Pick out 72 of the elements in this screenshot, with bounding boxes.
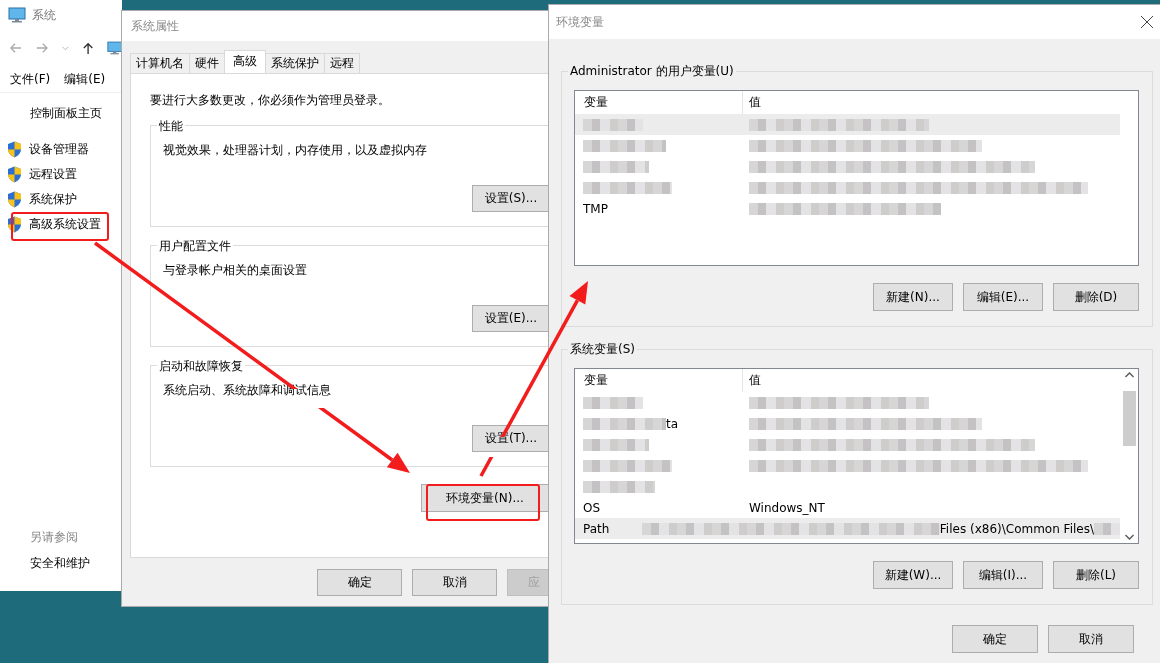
table-row[interactable]: ta (575, 413, 1120, 434)
window-title: 系统属性 (122, 11, 548, 41)
variable-list[interactable]: 变量 值 ta OS Windows_NT Path Files (x86)\Common Files\ (574, 368, 1139, 544)
window-title: 环境变量 (556, 13, 604, 31)
shield-icon (7, 216, 22, 233)
description-text: 与登录帐户相关的桌面设置 (163, 262, 308, 279)
table-cell: TMP (583, 201, 608, 216)
chevron-down-icon[interactable] (61, 45, 69, 51)
variable-list[interactable]: 变量 值 TMP (574, 90, 1139, 266)
close-icon[interactable] (1140, 15, 1154, 29)
tab[interactable]: 计算机名 (130, 53, 190, 73)
settings-button[interactable]: 设置(E)... (472, 305, 548, 332)
blurred-text (583, 480, 655, 493)
group-title: 用户配置文件 (157, 238, 233, 255)
shield-icon (7, 191, 22, 208)
description-text: 视觉效果，处理器计划，内存使用，以及虚拟内存 (163, 142, 428, 159)
back-icon[interactable] (10, 42, 22, 54)
cancel-button[interactable]: 取消 (1048, 625, 1134, 653)
up-icon[interactable] (82, 41, 93, 55)
table-row[interactable]: OS Windows_NT (575, 497, 1120, 518)
blurred-text (583, 118, 643, 131)
group-title: 性能 (157, 118, 185, 135)
tab[interactable]: 高级 (224, 50, 266, 73)
list-action-button[interactable]: 删除(D) (1053, 283, 1139, 311)
scroll-down-icon[interactable] (1125, 534, 1134, 540)
sidebar-link[interactable]: 远程设置 (29, 166, 77, 183)
menu-item[interactable]: 编辑(E) (64, 68, 106, 90)
list-action-button[interactable]: 新建(W)... (873, 561, 953, 589)
column-header[interactable]: 变量 (575, 369, 743, 392)
ok-button[interactable]: 确定 (317, 569, 402, 596)
column-header[interactable]: 值 (743, 91, 911, 114)
computer-icon (106, 40, 122, 56)
menu-item[interactable]: 文件(F) (10, 68, 51, 90)
window-title: 系统 (32, 6, 56, 24)
table-cell: Path (583, 521, 610, 536)
column-header[interactable]: 值 (743, 369, 911, 392)
blurred-text (583, 438, 649, 451)
list-action-button[interactable]: 编辑(E)... (963, 283, 1043, 311)
tab[interactable]: 远程 (324, 53, 360, 73)
sidebar-link[interactable]: 设备管理器 (29, 141, 89, 158)
sidebar-link[interactable]: 系统保护 (29, 191, 77, 208)
sidebar-link[interactable]: 高级系统设置 (29, 216, 101, 233)
sidebar-link[interactable]: 安全和维护 (30, 555, 90, 572)
notice-text: 要进行大多数更改，你必须作为管理员登录。 (150, 92, 391, 109)
group-title: 启动和故障恢复 (157, 358, 245, 375)
list-action-button[interactable]: 编辑(I)... (963, 561, 1043, 589)
table-cell: OS (583, 500, 601, 515)
group-title: 系统变量(S) (568, 341, 637, 358)
group-title: Administrator 的用户变量(U) (568, 63, 736, 80)
table-cell: Windows_NT (749, 500, 825, 515)
ok-button[interactable]: 确定 (952, 625, 1038, 653)
scroll-up-icon[interactable] (1125, 372, 1134, 378)
settings-button[interactable]: 设置(S)... (472, 185, 548, 212)
blurred-text (583, 396, 643, 409)
sidebar-link[interactable]: 控制面板主页 (30, 105, 102, 122)
shield-icon (7, 166, 22, 183)
list-action-button[interactable]: 删除(L) (1053, 561, 1139, 589)
section-heading: 另请参阅 (30, 529, 79, 546)
cancel-button[interactable]: 取消 (412, 569, 497, 596)
blurred-text (1094, 522, 1120, 535)
shield-icon (7, 141, 22, 158)
scrollbar-thumb[interactable] (1123, 391, 1136, 446)
table-row[interactable] (575, 114, 1120, 135)
table-cell: ta (666, 416, 679, 431)
environment-variables-button[interactable]: 环境变量(N)... (421, 484, 548, 512)
table-row[interactable]: TMP (575, 198, 1120, 219)
blurred-text (583, 160, 649, 173)
table-row[interactable]: Path Files (x86)\Common Files\ (575, 518, 1120, 539)
forward-icon[interactable] (35, 42, 48, 54)
table-cell: Files (x86)\Common Files\ (939, 521, 1094, 536)
list-action-button[interactable]: 新建(N)... (873, 283, 953, 311)
computer-icon (8, 7, 26, 23)
